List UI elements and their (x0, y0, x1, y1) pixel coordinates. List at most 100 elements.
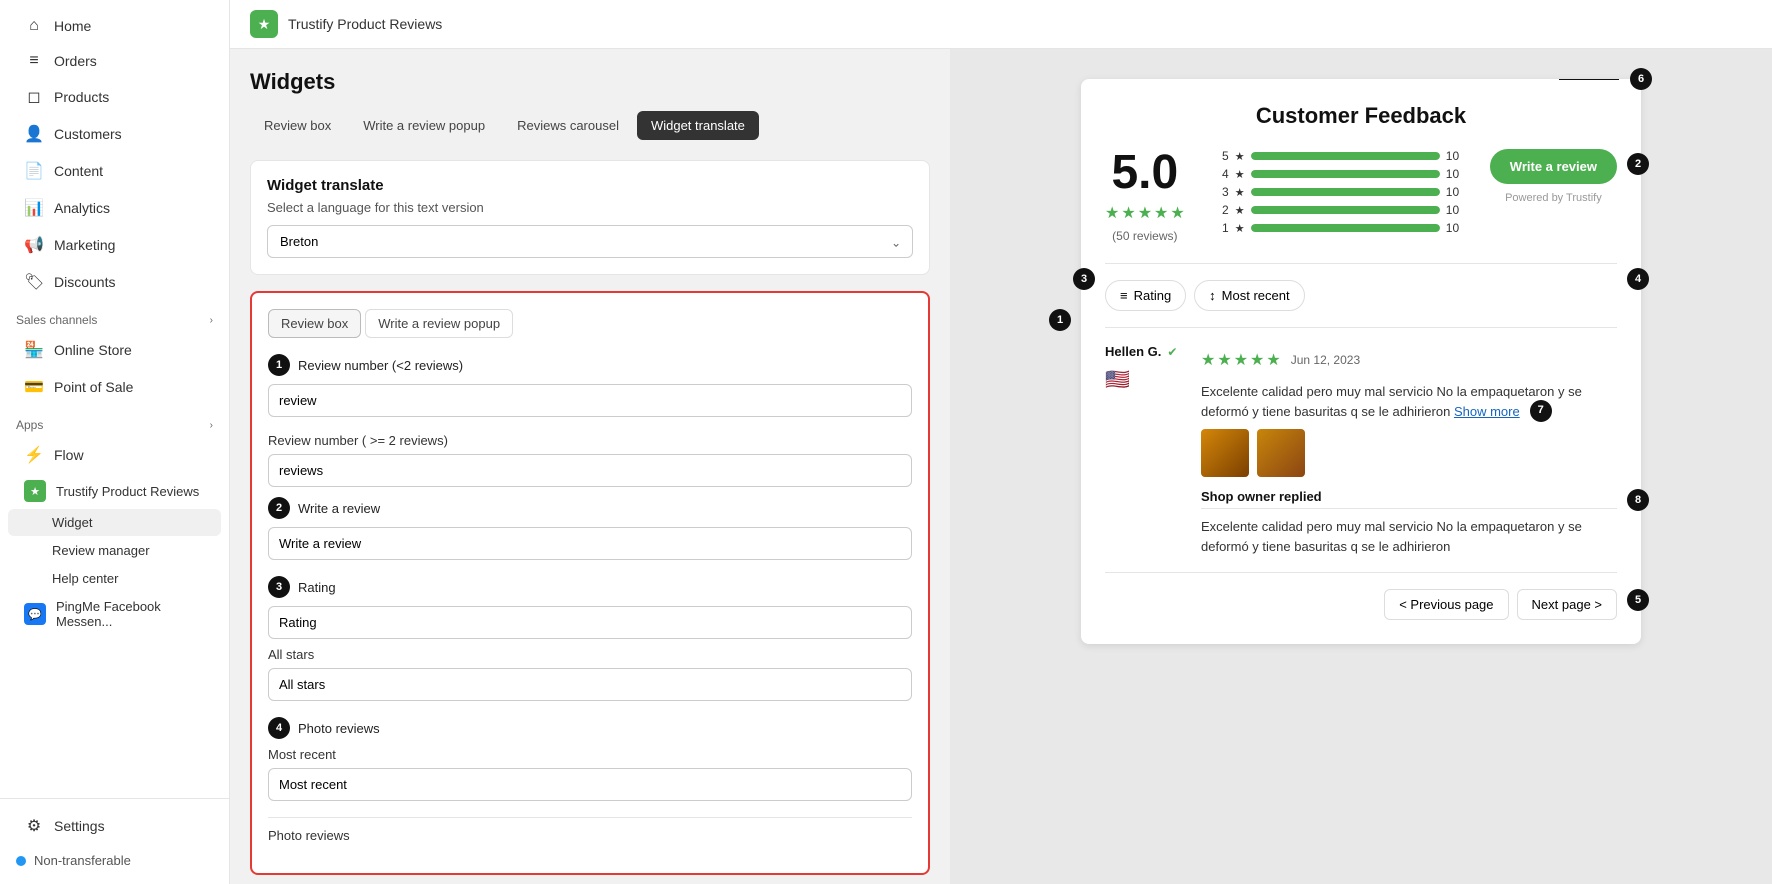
review-plural-input[interactable] (268, 454, 912, 487)
section-4-title: Photo reviews (298, 721, 380, 736)
sidebar-item-pingme[interactable]: 💬 PingMe Facebook Messen... (8, 593, 221, 635)
section-4-badge: 4 (268, 717, 290, 739)
sidebar: ⌂ Home ≡ Orders ◻ Products 👤 Customers 📄… (0, 0, 230, 884)
bar-track-1 (1251, 224, 1440, 232)
sidebar-item-discounts[interactable]: 🏷 Discounts (8, 264, 221, 300)
prev-page-btn[interactable]: < Previous page (1384, 589, 1508, 620)
sidebar-sub-widget[interactable]: Widget (8, 509, 221, 536)
language-select[interactable]: Breton English French Spanish German (267, 225, 913, 258)
marketing-icon: 📢 (24, 235, 44, 255)
section-1-header: 1 Review number (<2 reviews) (268, 354, 912, 376)
write-review-input[interactable] (268, 527, 912, 560)
review-image-2 (1257, 429, 1305, 477)
rating-count: (50 reviews) (1112, 229, 1177, 243)
review-content: ★ ★ ★ ★ ★ Jun 12, 2023 Excelente calidad… (1201, 344, 1617, 556)
shop-reply-text: Excelente calidad pero muy mal servicio … (1201, 517, 1617, 556)
sidebar-item-online-store[interactable]: 🏪 Online Store (8, 332, 221, 368)
preview-title: Customer Feedback (1105, 103, 1617, 129)
sidebar-item-home[interactable]: ⌂ Home (8, 9, 221, 43)
page-title: Widgets (250, 69, 930, 95)
annotation-2: 2 (1627, 153, 1649, 175)
review-date: Jun 12, 2023 (1291, 353, 1360, 367)
review-images (1201, 429, 1617, 477)
filter-sort-btn[interactable]: ↕ Most recent (1194, 280, 1304, 311)
sidebar-item-analytics[interactable]: 📊 Analytics (8, 190, 221, 226)
write-review-button[interactable]: Write a review (1490, 149, 1617, 184)
all-stars-input[interactable] (268, 668, 912, 701)
sidebar-item-flow[interactable]: ⚡ Flow (8, 437, 221, 473)
section-3-title: Rating (298, 580, 336, 595)
rating-stars: ★ ★ ★ ★ ★ (1105, 203, 1185, 223)
review-text: Excelente calidad pero muy mal servicio … (1201, 382, 1617, 421)
section-2-badge: 2 (268, 497, 290, 519)
most-recent-label: Most recent (268, 747, 912, 762)
bar-star-4: ★ (1235, 168, 1245, 181)
bar-row-5: 5 ★ 10 (1209, 149, 1466, 163)
verified-badge: ✔ (1167, 345, 1177, 359)
sidebar-item-settings[interactable]: ⚙ Settings (8, 808, 221, 844)
rating-right: 2 Write a review Powered by Trustify (1490, 149, 1617, 243)
sidebar-item-orders[interactable]: ≡ Orders (8, 44, 221, 78)
app-header: ★ Trustify Product Reviews (230, 0, 1772, 49)
sidebar-item-trustify[interactable]: ★ Trustify Product Reviews (8, 474, 221, 508)
powered-by-text: Powered by Trustify (1505, 192, 1602, 204)
all-stars-label: All stars (268, 647, 912, 662)
flow-icon: ⚡ (24, 445, 44, 465)
form-tab-write-review-popup[interactable]: Write a review popup (365, 309, 513, 338)
reviewer-info: Hellen G. ✔ (1105, 344, 1185, 359)
shop-reply-title: Shop owner replied (1201, 489, 1617, 504)
tab-write-review-popup[interactable]: Write a review popup (349, 111, 499, 140)
review-plural-label: Review number ( >= 2 reviews) (268, 433, 912, 448)
form-tab-review-box[interactable]: Review box (268, 309, 361, 338)
star-2: ★ (1121, 203, 1135, 223)
apps-section: Apps › (0, 406, 229, 436)
section-2-title: Write a review (298, 501, 380, 516)
sidebar-item-products[interactable]: ◻ Products (8, 79, 221, 115)
page-body: Widgets Review box Write a review popup … (230, 49, 1772, 884)
next-page-btn[interactable]: Next page > (1517, 589, 1617, 620)
sidebar-item-marketing[interactable]: 📢 Marketing (8, 227, 221, 263)
form-section-1b: Review number ( >= 2 reviews) (268, 433, 912, 487)
photo-reviews-label: Photo reviews (268, 828, 912, 843)
star-4: ★ (1154, 203, 1168, 223)
most-recent-input[interactable] (268, 768, 912, 801)
sidebar-item-content[interactable]: 📄 Content (8, 153, 221, 189)
pagination: 5 < Previous page Next page > (1105, 572, 1617, 620)
sales-channels-section: Sales channels › (0, 301, 229, 331)
review-stars: ★ ★ ★ ★ ★ (1201, 350, 1281, 370)
sidebar-item-pos[interactable]: 💳 Point of Sale (8, 369, 221, 405)
review-image-1 (1201, 429, 1249, 477)
show-more-link[interactable]: Show more (1454, 404, 1520, 419)
annotation-5: 5 (1627, 589, 1649, 611)
review-body: Hellen G. ✔ 🇺🇸 ★ ★ ★ (1105, 344, 1617, 556)
filter-rating-label: Rating (1134, 288, 1172, 303)
shop-reply: 8 Shop owner replied Excelente calidad p… (1201, 489, 1617, 556)
bar-star-5: ★ (1235, 150, 1245, 163)
online-store-icon: 🏪 (24, 340, 44, 360)
rating-number: 5.0 (1111, 149, 1178, 197)
filter-row: 3 4 ≡ Rating ↕ Most recent (1105, 263, 1617, 311)
tab-reviews-carousel[interactable]: Reviews carousel (503, 111, 633, 140)
sidebar-item-customers[interactable]: 👤 Customers (8, 116, 221, 152)
bar-track-5 (1251, 152, 1440, 160)
review-singular-input[interactable] (268, 384, 912, 417)
form-section-3: 3 Rating All stars (268, 576, 912, 701)
content-icon: 📄 (24, 161, 44, 181)
filter-rating-btn[interactable]: ≡ Rating (1105, 280, 1186, 311)
tab-widget-translate[interactable]: Widget translate (637, 111, 759, 140)
form-section-2: 2 Write a review (268, 497, 912, 560)
chevron-icon: › (210, 315, 213, 326)
main-tabs: Review box Write a review popup Reviews … (250, 111, 930, 140)
section-4-header: 4 Photo reviews (268, 717, 912, 739)
form-panel: Review box Write a review popup 1 Review… (250, 291, 930, 875)
rating-input[interactable] (268, 606, 912, 639)
review-meta: ★ ★ ★ ★ ★ Jun 12, 2023 (1201, 344, 1617, 376)
reviewer-name: Hellen G. (1105, 344, 1161, 359)
sidebar-sub-help-center[interactable]: Help center (8, 565, 221, 592)
left-panel: Widgets Review box Write a review popup … (230, 49, 950, 884)
bar-track-4 (1251, 170, 1440, 178)
sidebar-sub-review-manager[interactable]: Review manager (8, 537, 221, 564)
tab-review-box[interactable]: Review box (250, 111, 345, 140)
bar-star-1: ★ (1235, 222, 1245, 235)
products-icon: ◻ (24, 87, 44, 107)
